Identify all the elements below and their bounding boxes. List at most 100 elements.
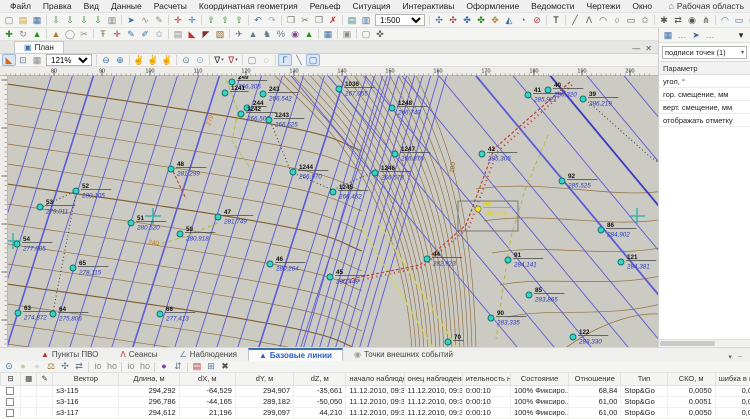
sphere-icon[interactable]: ◉ [288, 28, 302, 40]
menu-item-7[interactable]: Рельеф [304, 1, 347, 11]
label-from-1-icon[interactable]: io [91, 361, 105, 373]
zoom-rect-icon[interactable]: ⊡ [16, 54, 30, 66]
column-header[interactable]: онец наблюдени [404, 373, 462, 385]
scrollbar-thumb[interactable] [660, 341, 715, 346]
menu-item-8[interactable]: Ситуация [347, 1, 397, 11]
menu-item-10[interactable]: Оформление [460, 1, 525, 11]
panel-mini-control[interactable]: − [738, 354, 742, 361]
relief-layer-icon[interactable]: ◭ [502, 14, 516, 26]
find-vector-icon[interactable]: ⊙ [2, 361, 16, 373]
select-lasso-icon[interactable]: ◌ [259, 54, 273, 66]
frame-mode-icon[interactable]: ▢ [306, 54, 320, 66]
menu-item-9[interactable]: Интерактивы [397, 1, 461, 11]
param-row-1[interactable]: угол, ° [659, 75, 750, 88]
copy-icon[interactable]: ❐ [284, 14, 298, 26]
redo-icon[interactable]: ↷ [265, 14, 279, 26]
zoom-out-icon[interactable]: ⊖ [99, 54, 113, 66]
paste-icon[interactable]: ❒ [312, 14, 326, 26]
preview-icon[interactable]: ▣ [340, 28, 354, 40]
traverse-add-icon[interactable]: ✚ [2, 28, 16, 40]
pan-hand-icon[interactable]: ✌ [132, 54, 146, 66]
add-mark-icon[interactable]: ✛ [110, 28, 124, 40]
pick-object-icon[interactable]: ➤ [689, 29, 703, 41]
export-dxf-icon[interactable]: ⇧ [218, 14, 232, 26]
column-header[interactable]: dY, м [235, 373, 293, 385]
star-object-icon[interactable]: ✩ [152, 28, 166, 40]
column-header[interactable]: шибка в пла [715, 373, 750, 385]
circle-tool-icon[interactable]: ○ [610, 14, 624, 26]
import-gnss-icon[interactable]: ⇩ [49, 14, 63, 26]
table-row[interactable]: s3-116296,786-44,165289,182-50,05011.12.… [1, 396, 750, 407]
layer-settings-icon[interactable]: ▥ [359, 14, 373, 26]
panel-mini-control[interactable]: ▾ [728, 353, 732, 361]
move-canvas-icon[interactable]: ✜ [373, 28, 387, 40]
sheet-2-icon[interactable]: ▧ [213, 28, 227, 40]
properties-hscrollbar[interactable] [659, 339, 750, 347]
column-header[interactable]: СКО, м [667, 373, 715, 385]
select-tool-icon[interactable]: ➤ [124, 14, 138, 26]
swap-ends-icon[interactable]: ⇄ [72, 361, 86, 373]
zoom-in-icon[interactable]: ⊕ [113, 54, 127, 66]
zoom-select[interactable]: 121% [46, 54, 92, 66]
param-row-4[interactable]: отображать отметку [659, 114, 750, 127]
ortho-mode-icon[interactable]: Γ [278, 54, 292, 66]
flag-dark-icon[interactable]: ◤ [199, 28, 213, 40]
menu-item-12[interactable]: Чертежи [581, 1, 627, 11]
leveling-icon[interactable]: Ŧ [96, 28, 110, 40]
create-point-icon[interactable]: ✛ [171, 14, 185, 26]
report-icon[interactable]: ▤ [190, 361, 204, 373]
param-row-3[interactable]: верт. смещение, мм [659, 101, 750, 114]
create-station-icon[interactable]: ✛ [185, 14, 199, 26]
column-header[interactable]: Тип [621, 373, 667, 385]
polygon-tool-icon[interactable]: ✩ [638, 14, 652, 26]
column-header[interactable]: Длина, м [119, 373, 179, 385]
text-tool-icon[interactable]: T [549, 14, 563, 26]
column-settings-icon[interactable]: ✖ [218, 361, 232, 373]
fit-to-screen-icon[interactable]: ◣ [2, 54, 16, 66]
surface-icon[interactable]: ▲ [302, 28, 316, 40]
zoom-prev-icon[interactable]: ⊙ [179, 54, 193, 66]
model-terrain-icon[interactable]: ▲ [246, 28, 260, 40]
cut-icon[interactable]: ✂ [298, 14, 312, 26]
disable-all-icon[interactable]: ● [30, 361, 44, 373]
pan-hand-fwd-icon[interactable]: ✌ [160, 54, 174, 66]
select-rect-icon[interactable]: ▢ [245, 54, 259, 66]
draw-line-1-icon[interactable]: ✎ [124, 28, 138, 40]
column-header[interactable]: Состояние [510, 373, 568, 385]
model-percent-icon[interactable]: % [274, 28, 288, 40]
column-header[interactable]: Вектор [53, 373, 119, 385]
snap-mode-icon[interactable]: ╲ [292, 54, 306, 66]
pan-grid-icon[interactable]: ▦ [30, 54, 44, 66]
menu-item-2[interactable]: Правка [37, 1, 78, 11]
balance-icon[interactable]: ⚖ [44, 361, 58, 373]
plan-properties-icon[interactable]: ▦ [661, 29, 675, 41]
menu-item-6[interactable]: Координатная геометрия [193, 1, 304, 11]
point-style-4-icon[interactable]: ✤ [474, 14, 488, 26]
menu-item-1[interactable]: Файл [4, 1, 37, 11]
pair-points-icon[interactable]: ✣ [58, 361, 72, 373]
db-view-icon[interactable]: ▦ [321, 28, 335, 40]
export-xml-icon[interactable]: ⇧ [204, 14, 218, 26]
window-close-button[interactable]: ✕ [645, 44, 652, 53]
filter-clear-icon[interactable]: ∇▾ [226, 54, 240, 66]
column-header[interactable]: dX, м [179, 373, 235, 385]
object-selector-dropdown[interactable]: подписи точек (1) ▾ [662, 46, 747, 59]
column-header[interactable]: Отношение [569, 373, 621, 385]
frame-select-icon[interactable]: ▢ [359, 28, 373, 40]
flag-red-icon[interactable]: ◣ [185, 28, 199, 40]
table-row[interactable]: s3-115294,292-64,529294,907-35,66111.12.… [1, 385, 750, 396]
zoom-next-icon[interactable]: ⊙ [193, 54, 207, 66]
export-mif-icon[interactable]: ⇧ [232, 14, 246, 26]
line-tool-icon[interactable]: ╱ [568, 14, 582, 26]
color-source-icon[interactable]: ● [157, 361, 171, 373]
frame-object-1-icon[interactable]: ▭ [732, 14, 746, 26]
column-header[interactable]: ительность наб [462, 373, 510, 385]
properties-more-icon[interactable]: … [675, 29, 689, 41]
import-xml-icon[interactable]: ⇩ [63, 14, 77, 26]
arc-object-icon[interactable]: ◠ [718, 14, 732, 26]
window-minimize-button[interactable]: — [632, 44, 640, 53]
panel-menu-caret[interactable]: ▾ [734, 29, 748, 41]
tab-пункты-пво[interactable]: ▲Пункты ПВО [30, 348, 109, 361]
label-to-2-icon[interactable]: ho [138, 361, 152, 373]
filter-icon[interactable]: ∇▾ [212, 54, 226, 66]
